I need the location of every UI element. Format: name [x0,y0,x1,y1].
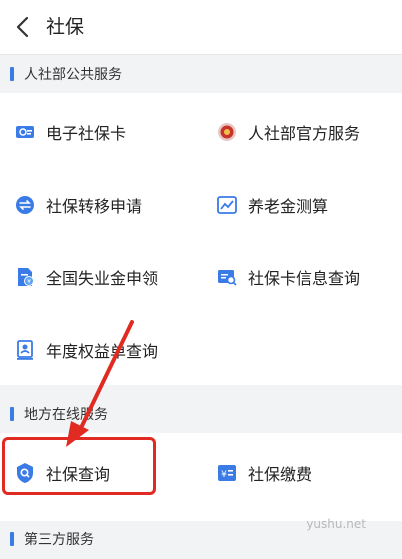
annotation-highlight-box [2,437,156,495]
watermark: yushu.net [306,517,366,531]
